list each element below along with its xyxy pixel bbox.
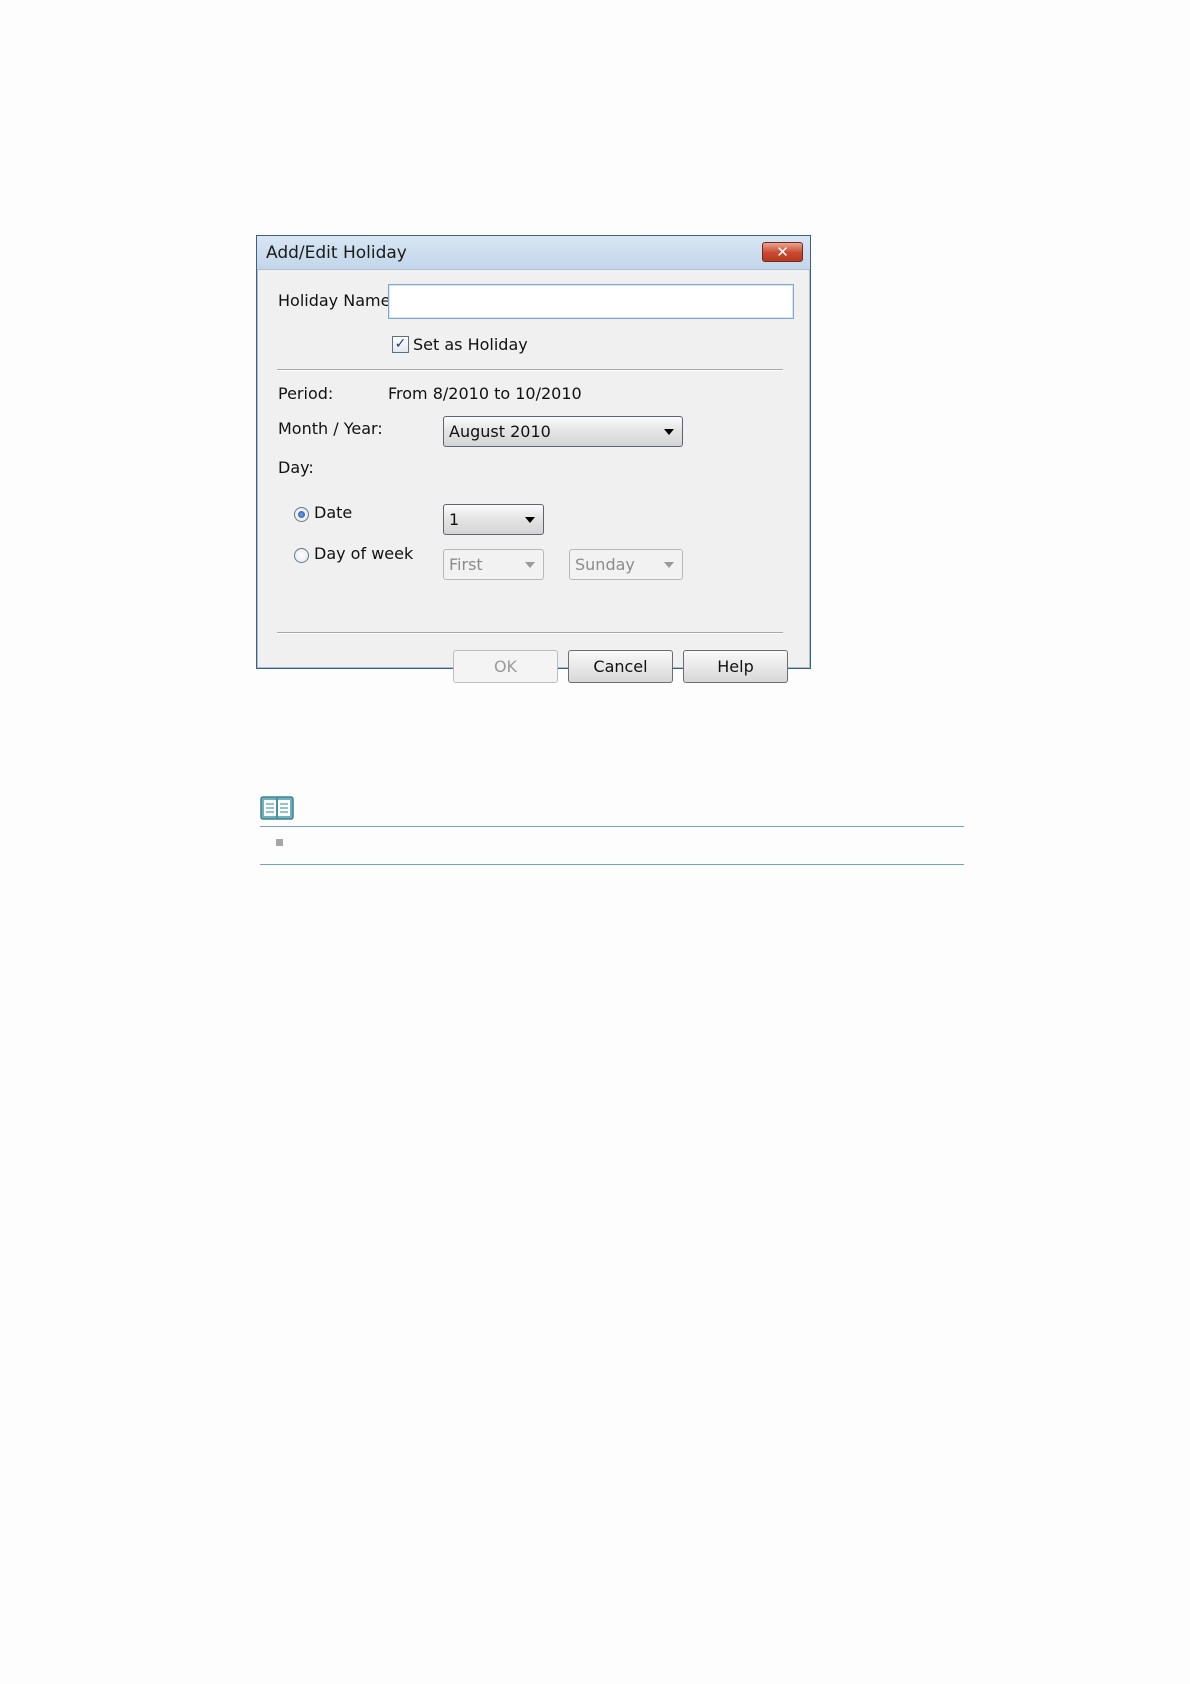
note-divider-bottom <box>260 864 964 865</box>
chevron-down-icon <box>664 429 674 435</box>
date-radio[interactable] <box>294 507 309 522</box>
help-button[interactable]: Help <box>683 650 788 683</box>
date-value: 1 <box>449 510 460 529</box>
dialog-body: Holiday Name: ✓ Set as Holiday Period: F… <box>257 269 810 683</box>
month-year-label: Month / Year: <box>278 419 383 438</box>
date-select[interactable]: 1 <box>443 504 544 535</box>
period-value: From 8/2010 to 10/2010 <box>388 384 582 403</box>
day-of-week-radio[interactable] <box>294 548 309 563</box>
book-icon <box>260 796 294 820</box>
chevron-down-icon <box>525 517 535 523</box>
weekday-select[interactable]: Sunday <box>569 549 683 580</box>
separator-bottom <box>277 632 783 634</box>
cancel-button[interactable]: Cancel <box>568 650 673 683</box>
set-as-holiday-checkbox[interactable]: ✓ <box>392 336 409 353</box>
month-year-select[interactable]: August 2010 <box>443 416 683 447</box>
set-as-holiday-label[interactable]: Set as Holiday <box>413 335 528 354</box>
chevron-down-icon <box>664 562 674 568</box>
close-button[interactable]: ✕ <box>762 242 803 262</box>
weekday-value: Sunday <box>575 555 635 574</box>
title-bar[interactable]: Add/Edit Holiday ✕ <box>257 236 810 270</box>
dialog-title: Add/Edit Holiday <box>266 243 407 263</box>
week-ordinal-select[interactable]: First <box>443 549 544 580</box>
radio-selected-dot <box>298 511 305 518</box>
week-ordinal-value: First <box>449 555 483 574</box>
add-edit-holiday-dialog: Add/Edit Holiday ✕ Holiday Name: ✓ Set a… <box>256 235 811 683</box>
chevron-down-icon <box>525 562 535 568</box>
separator-top <box>277 369 783 371</box>
close-icon: ✕ <box>776 243 789 261</box>
holiday-name-input[interactable] <box>388 284 794 319</box>
checkmark-icon: ✓ <box>394 336 407 352</box>
holiday-name-label: Holiday Name: <box>278 291 396 310</box>
period-label: Period: <box>278 384 334 403</box>
day-label: Day: <box>278 458 314 477</box>
day-of-week-option-label[interactable]: Day of week <box>314 544 413 563</box>
month-year-value: August 2010 <box>449 422 551 441</box>
note-divider-top <box>260 826 964 827</box>
note-bullet <box>276 839 283 846</box>
ok-button[interactable]: OK <box>453 650 558 683</box>
date-option-label[interactable]: Date <box>314 503 352 522</box>
